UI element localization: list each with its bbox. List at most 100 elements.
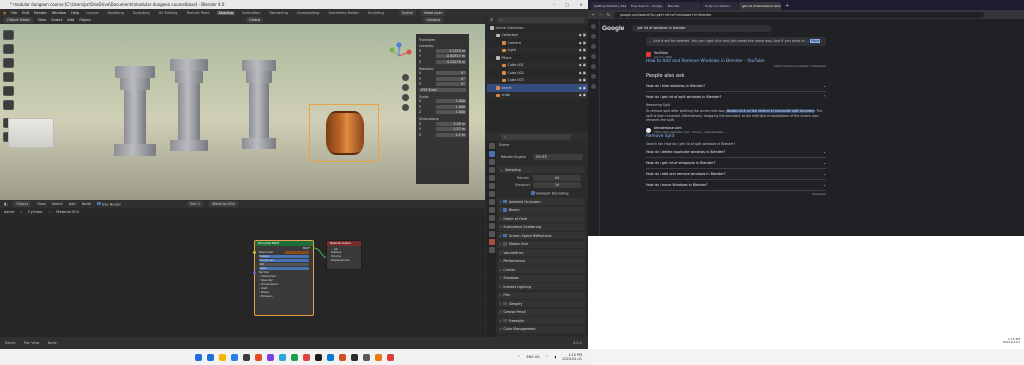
node-menu-node[interactable]: Node [82,202,91,206]
section-checkbox[interactable] [503,199,507,204]
paa-question-expanded[interactable]: How do I get rid of split windows in Ble… [646,92,826,103]
browser-tab[interactable]: Blender [665,2,701,10]
slot-dropdown[interactable]: Slot 1 [186,201,204,207]
taskbar-app-icon[interactable] [266,353,274,361]
outliner-row[interactable]: crate ◉ ▣ [487,91,588,99]
taskbar-app-icon[interactable] [314,353,322,361]
render-section[interactable]: › Ambient Occlusion [498,198,585,205]
sidebar-app-icon[interactable] [591,34,596,39]
render-engine-dropdown[interactable]: EEVEE [533,154,583,160]
browser-tab[interactable]: Getting Started | Inkscape [591,2,627,10]
render-section[interactable]: › Screen Space Reflections [498,232,585,239]
modifier-tab-icon[interactable] [488,199,495,205]
render-section[interactable]: › Film [498,291,585,299]
maximize-icon[interactable]: □ [565,0,569,9]
barrel-object[interactable] [326,111,364,155]
taskbar-app-icon[interactable] [290,353,298,361]
viewport-menu-object[interactable]: Object [79,18,91,22]
principled-bsdf-node[interactable]: Principled BSDF BSDF Base Color Metallic… [253,240,314,316]
dim-x-field[interactable]: 1.26 m [436,121,466,126]
render-tab-icon[interactable] [488,151,495,157]
sidebar-app-icon[interactable] [591,54,596,59]
node-menu-view[interactable]: View [37,202,46,206]
loc-y-field[interactable]: -0.80917 m [436,54,466,59]
sidebar-app-icon[interactable] [591,44,596,49]
rotation-mode-dropdown[interactable]: XYZ Euler [419,87,466,92]
select-tool-icon[interactable] [3,30,14,40]
scene-selector[interactable]: Scene [398,9,416,16]
browser-tab[interactable]: Free Search - Google [628,2,664,10]
back-icon[interactable]: ← [592,12,595,17]
paa-question[interactable]: How do I add and remove windows in Blend… [646,169,826,180]
snippet-meta[interactable]: About featured snippets • Feedback [646,64,826,68]
taskbar-app-icon[interactable] [302,353,310,361]
outliner-row[interactable]: barrel ◉ ▣ [487,84,588,92]
menu-edit[interactable]: Edit [22,11,29,15]
new-tab-icon[interactable]: + [785,2,789,10]
section-checkbox[interactable] [503,242,507,246]
tab-texture-paint[interactable]: Texture Paint [184,11,211,15]
answer-title-link[interactable]: Remove Split [646,134,826,140]
particles-tab-icon[interactable] [488,207,495,213]
render-section[interactable]: › Indirect Lighting [498,283,585,290]
paa-question[interactable]: How do I hide windows in Blender? ⌄ [646,81,826,92]
section-checkbox[interactable] [503,318,507,323]
menu-file[interactable]: File [11,11,17,15]
scale-z-field[interactable]: 1.000 [436,110,466,115]
outliner-row[interactable]: Scene Collection [487,24,588,32]
forward-icon[interactable]: → [599,12,602,17]
scale-x-field[interactable]: 1.000 [436,99,466,104]
outliner-editor-icon[interactable]: ☰ [490,18,493,22]
physics-tab-icon[interactable] [488,215,495,221]
material-output-node[interactable]: Material Output All Surface Volume Displ… [326,240,362,270]
scene-tab-icon[interactable] [488,175,495,181]
dim-y-field[interactable]: 1.27 m [436,127,466,132]
node-menu-add[interactable]: Add [69,202,76,206]
tab-scripting[interactable]: Scripting [366,11,386,15]
taskbar-app-icon[interactable] [254,353,262,361]
scale-y-field[interactable]: 1.000 [436,104,466,109]
menu-render[interactable]: Render [34,11,47,15]
tab-rendering[interactable]: Rendering [268,11,290,15]
render-section[interactable]: › Bloom [498,206,585,214]
minimize-icon[interactable]: – [553,0,555,9]
render-section[interactable]: › Performance [498,257,585,265]
taskbar-app-icon[interactable] [374,353,382,361]
node-menu-select[interactable]: Select [52,202,63,206]
sidebar-app-icon[interactable] [591,24,596,29]
transform-tool-icon[interactable] [3,100,14,110]
zoom-icon[interactable] [402,74,409,81]
taskbar-app-icon[interactable] [350,353,358,361]
paa-question[interactable]: How do I delete duplicate windows in Ble… [646,147,826,158]
tab-modeling[interactable]: Modeling [106,11,126,15]
sampling-section[interactable]: ⌄ Sampling [498,166,585,173]
feedback-link[interactable]: Feedback [646,192,826,196]
render-section[interactable]: › Volumetrics [498,249,585,256]
menu-help[interactable]: Help [71,11,79,15]
data-tab-icon[interactable] [488,231,495,237]
rot-z-field[interactable]: 0° [436,82,466,87]
dim-z-field[interactable]: 1.2 m [436,132,466,137]
rotate-tool-icon[interactable] [3,72,14,82]
viewport-menu-view[interactable]: View [38,18,47,22]
render-section[interactable]: › Color Management [498,325,585,333]
outliner-row[interactable]: Camera ◉ ▣ [487,39,588,47]
loc-x-field[interactable]: 3.7574 m [436,48,466,53]
visibility-eye-icon[interactable]: ◉ ▣ [579,41,586,45]
taskbar-app-icon[interactable] [278,353,286,361]
close-icon[interactable]: ✕ [579,0,582,9]
browser-tab[interactable]: get rid of windows in blender - Go [739,2,781,10]
address-bar[interactable]: google.com/search?q=get+rid+of+windows+i… [614,11,984,18]
pan-hand-icon[interactable] [402,84,409,91]
outliner-search-input[interactable]: ⌕ [497,17,584,23]
tab-layout[interactable]: Layout [84,11,100,15]
outliner-row[interactable]: Cube.002 ◉ ▣ [487,69,588,77]
paa-question[interactable]: How do I get rid of viewports in Blender… [646,158,826,169]
taskbar-app-icon[interactable] [242,353,250,361]
render-section[interactable]: › Subsurface Scattering [498,223,585,231]
material-selector[interactable]: Material.004 [209,201,238,207]
taskbar-app-icon[interactable] [338,353,346,361]
use-nodes-checkbox[interactable]: Use Nodes [97,201,121,206]
render-section[interactable]: › Shadows [498,274,585,282]
navigation-gizmo[interactable] [385,42,413,70]
